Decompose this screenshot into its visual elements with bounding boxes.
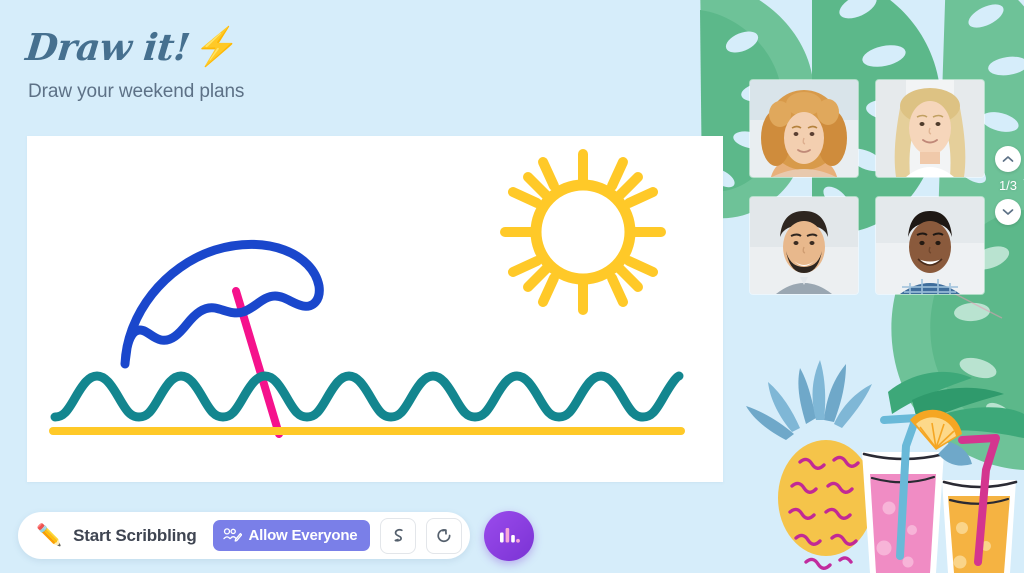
participant-tile-1[interactable] [750, 80, 858, 177]
waves-drawing [50, 371, 684, 422]
participant-tile-2[interactable] [876, 80, 984, 177]
bottom-toolbar: ✏️ Start Scribbling Allow Everyone [18, 510, 535, 561]
allow-everyone-button[interactable]: Allow Everyone [212, 520, 371, 551]
toolbar-pill: ✏️ Start Scribbling Allow Everyone [18, 512, 471, 559]
results-button[interactable] [484, 510, 535, 561]
undo-icon [394, 528, 403, 542]
allow-everyone-label: Allow Everyone [248, 527, 358, 544]
drawing-canvas[interactable] [27, 136, 723, 482]
sun-drawing [500, 149, 666, 315]
redo-icon [437, 529, 451, 543]
chevron-up-icon [1002, 156, 1014, 162]
umbrella-drawing [120, 239, 324, 369]
chevron-down-icon [1002, 209, 1014, 215]
participants-pagination: 1/3 [995, 146, 1021, 225]
redo-button[interactable] [426, 517, 463, 554]
participant-tile-3[interactable] [750, 197, 858, 294]
header: Draw it! ⚡ Draw your weekend plans [24, 24, 245, 103]
canvas-drawing [49, 149, 685, 438]
start-scribbling-button[interactable]: ✏️ Start Scribbling [36, 521, 203, 550]
start-scribbling-label: Start Scribbling [73, 525, 197, 545]
page-indicator: 1/3 [998, 178, 1018, 193]
page-title: Draw your weekend plans [28, 81, 245, 102]
pagination-down-button[interactable] [995, 199, 1021, 225]
participant-tile-4[interactable] [876, 197, 984, 294]
pencil-icon: ✏️ [36, 524, 63, 547]
app-logo: Draw it! ⚡ [24, 24, 245, 69]
lightning-bolt-icon: ⚡ [193, 24, 240, 68]
undo-button[interactable] [380, 517, 417, 554]
bar-chart-icon [500, 527, 521, 543]
pagination-up-button[interactable] [995, 146, 1021, 172]
video-participants-grid [750, 80, 986, 308]
people-edit-icon [222, 528, 242, 542]
app-logo-text: Draw it! [23, 24, 192, 69]
